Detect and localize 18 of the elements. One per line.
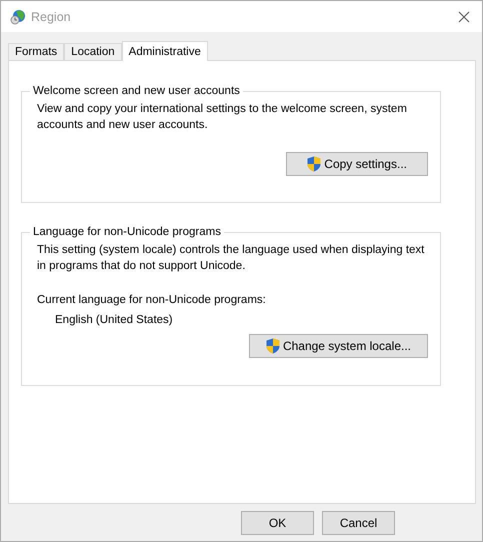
group-title: Language for non-Unicode programs: [32, 226, 222, 238]
dialog-button[interactable]: OK: [241, 511, 314, 535]
tab[interactable]: Location: [64, 43, 122, 60]
current-language-value: English (United States): [55, 314, 174, 326]
settings-button[interactable]: Copy settings...: [286, 152, 428, 176]
globe-icon: [10, 8, 26, 24]
shield-icon: [307, 156, 322, 172]
tab[interactable]: Formats: [8, 43, 64, 60]
current-language-label: Current language for non-Unicode programs:: [37, 294, 267, 306]
window-title: Region: [31, 10, 72, 24]
group-title: Welcome screen and new user accounts: [32, 85, 241, 97]
shield-icon: [266, 338, 280, 354]
tab[interactable]: Administrative: [122, 41, 208, 61]
description: View and copy your international settings to the welcome screen, system accounts and new user accounts.: [37, 102, 408, 133]
close-icon: [458, 10, 470, 22]
description: This setting (system locale) controls the language used when displaying text in programs that do not support Unicode.: [37, 243, 426, 274]
dialog-button[interactable]: Cancel: [322, 511, 395, 535]
settings-button[interactable]: Change system locale...: [248, 334, 428, 358]
